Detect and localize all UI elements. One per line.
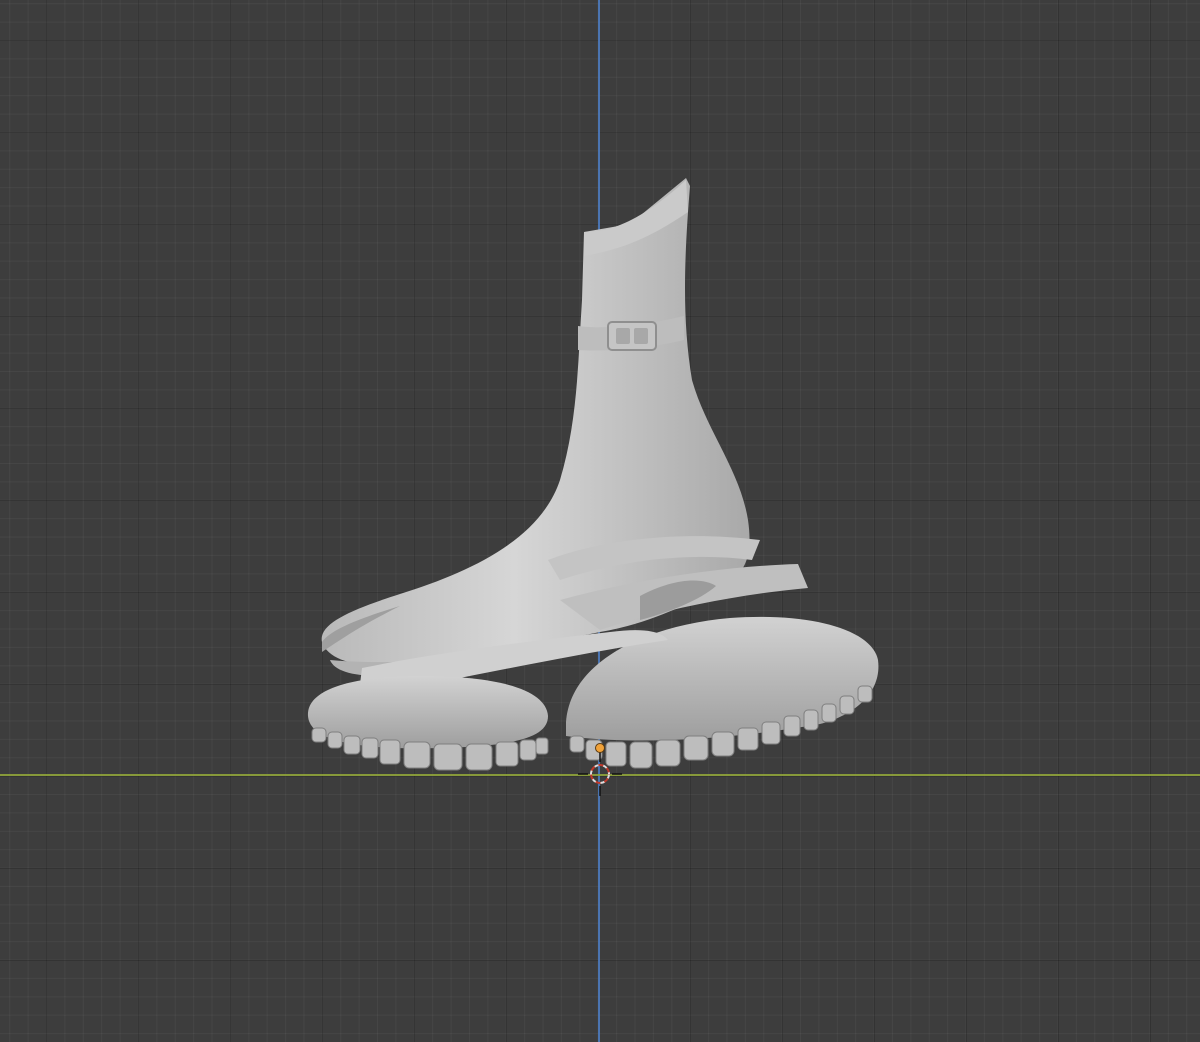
object-origin-dot[interactable]	[595, 743, 605, 753]
3d-cursor-icon[interactable]	[578, 752, 622, 796]
front-pad	[307, 676, 548, 749]
3d-viewport[interactable]	[0, 0, 1200, 1042]
boot-mesh-icon[interactable]	[0, 0, 1200, 1042]
